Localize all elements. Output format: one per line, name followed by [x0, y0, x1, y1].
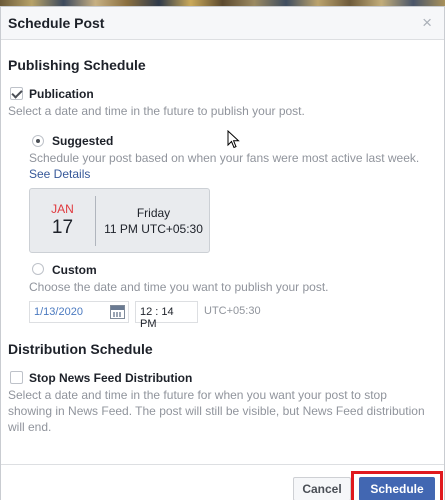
custom-date-value: 1/13/2020 [34, 306, 83, 318]
publication-label: Publication [29, 87, 94, 101]
custom-label: Custom [52, 263, 97, 277]
stop-news-feed-label: Stop News Feed Distribution [29, 371, 193, 385]
custom-description: Choose the date and time you want to pub… [29, 280, 329, 294]
dialog-header: Schedule Post × [1, 7, 444, 40]
custom-time-value: 12 : 14 PM [140, 306, 174, 330]
custom-timezone: UTC+05:30 [204, 305, 261, 317]
dialog-footer: Cancel Schedule [1, 464, 444, 500]
publication-description: Select a date and time in the future to … [8, 104, 305, 118]
suggested-time-card[interactable]: JAN 17 Friday 11 PM UTC+05:30 [29, 188, 210, 253]
distribution-schedule-title: Distribution Schedule [8, 341, 153, 357]
suggested-radio[interactable] [32, 135, 44, 147]
suggested-label: Suggested [52, 134, 114, 148]
custom-date-input[interactable]: 1/13/2020 [29, 301, 129, 323]
card-divider [95, 196, 96, 246]
cancel-button[interactable]: Cancel [293, 477, 351, 500]
calendar-icon[interactable] [110, 305, 125, 319]
schedule-button[interactable]: Schedule [359, 477, 435, 500]
schedule-post-dialog: Schedule Post × Publishing Schedule Publ… [0, 6, 445, 500]
distribution-description-line-2: showing in News Feed. The post will stil… [8, 404, 425, 418]
suggested-day: 17 [51, 217, 74, 238]
cursor-icon [227, 130, 240, 149]
suggested-time: 11 PM UTC+05:30 [104, 222, 203, 236]
close-icon[interactable]: × [422, 14, 432, 32]
dialog-title: Schedule Post [8, 15, 105, 31]
distribution-description-line-3: will end. [8, 420, 52, 434]
publication-checkbox[interactable] [10, 87, 23, 100]
suggested-month: JAN [51, 202, 74, 216]
stop-news-feed-checkbox[interactable] [10, 371, 23, 384]
suggested-description: Schedule your post based on when your fa… [29, 151, 420, 165]
publishing-schedule-title: Publishing Schedule [8, 57, 146, 73]
distribution-description-line-1: Select a date and time in the future for… [8, 388, 387, 402]
suggested-weekday: Friday [136, 206, 171, 220]
see-details-link[interactable]: See Details [29, 167, 90, 181]
custom-time-input[interactable]: 12 : 14 PM [135, 301, 198, 330]
custom-radio[interactable] [32, 263, 44, 275]
